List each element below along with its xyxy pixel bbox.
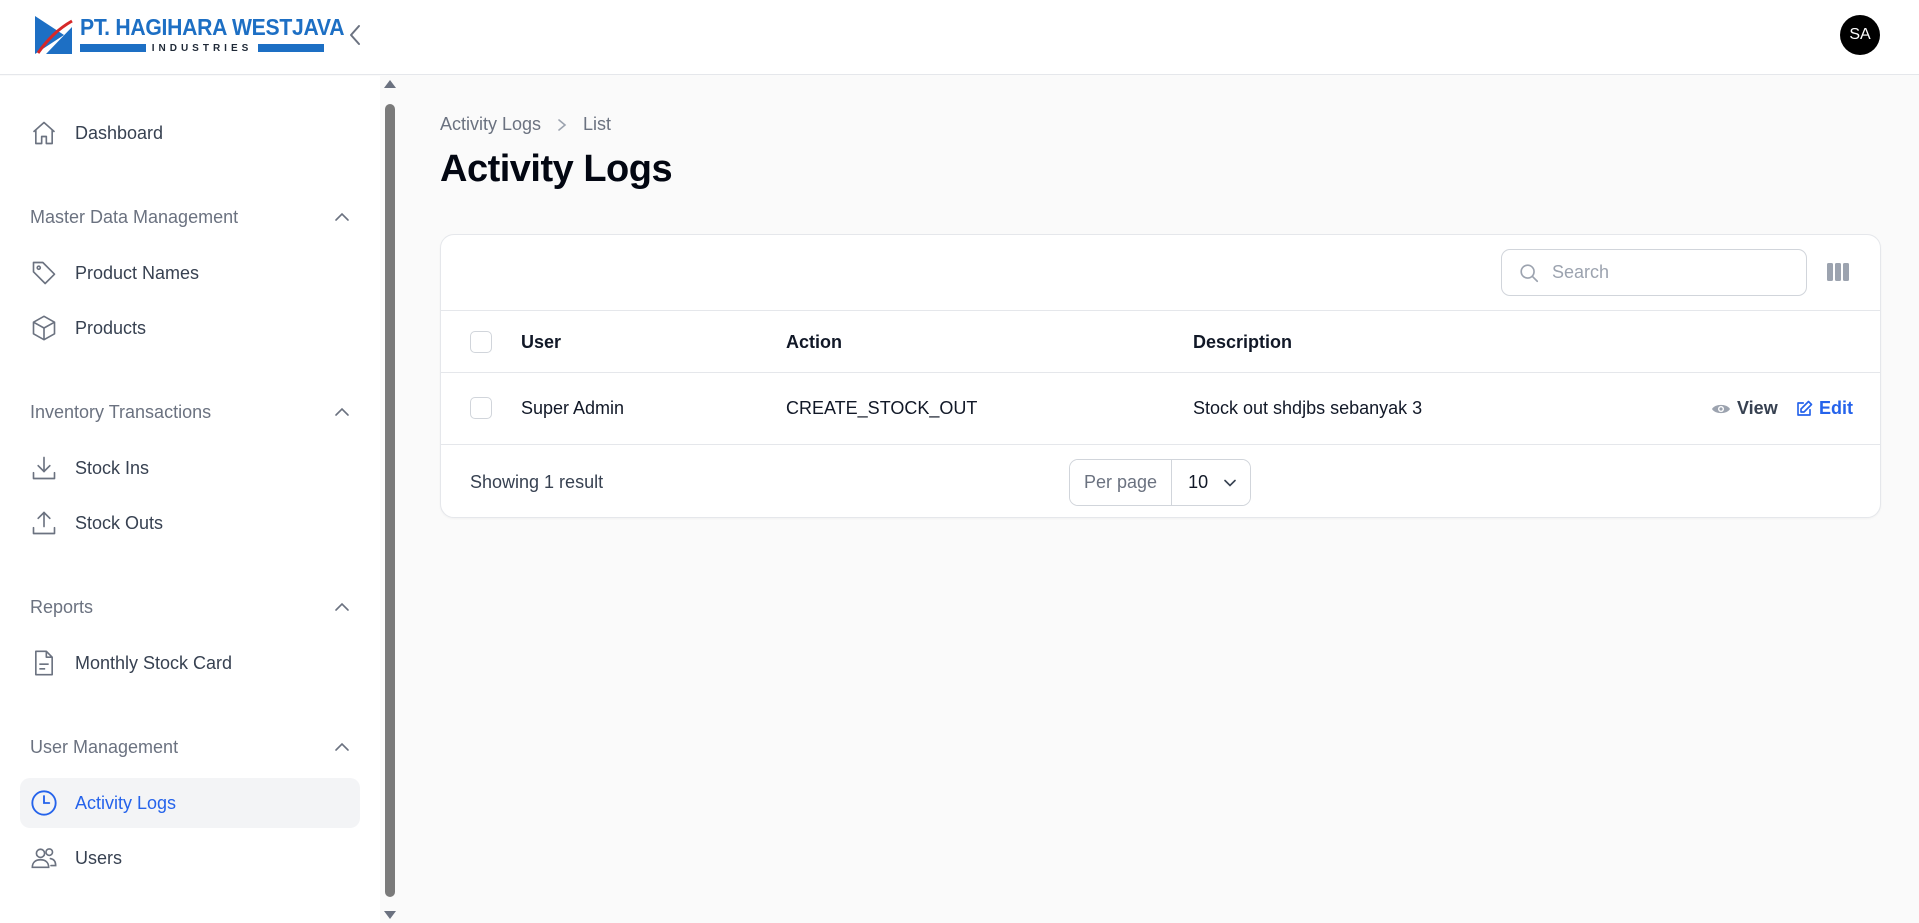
chevron-up-icon xyxy=(335,212,349,221)
page-title: Activity Logs xyxy=(440,148,673,190)
per-page-value: 10 xyxy=(1188,472,1209,492)
cube-icon xyxy=(29,313,59,343)
sidebar-item-activity-logs[interactable]: Activity Logs xyxy=(20,778,360,828)
sidebar-item-users[interactable]: Users xyxy=(20,833,360,883)
group-title: Inventory Transactions xyxy=(30,401,212,422)
logo-subtitle: INDUSTRIES xyxy=(151,42,253,54)
sidebar-item-label: Stock Ins xyxy=(75,457,150,478)
cell-user: Super Admin xyxy=(521,398,625,418)
group-title: Reports xyxy=(30,596,94,617)
column-header-description[interactable]: Description xyxy=(1193,332,1292,353)
sidebar-item-label: Product Names xyxy=(75,262,200,283)
document-icon xyxy=(29,648,59,678)
per-page-label: Per page xyxy=(1070,460,1173,505)
chevron-left-icon xyxy=(350,25,360,45)
company-logo[interactable]: PT. HAGIHARA WESTJAVA INDUSTRIES xyxy=(34,14,367,56)
breadcrumb-link-activity-logs[interactable]: Activity Logs xyxy=(440,114,541,135)
scroll-up-arrow-icon[interactable] xyxy=(384,80,396,88)
eye-icon xyxy=(1712,404,1730,413)
sidebar-item-stock-ins[interactable]: Stock Ins xyxy=(20,443,360,493)
scrollbar-thumb[interactable] xyxy=(385,104,395,897)
sidebar-item-label: Users xyxy=(75,847,123,868)
logo-name: PT. HAGIHARA WESTJAVA xyxy=(80,14,345,40)
chevron-right-icon xyxy=(557,118,567,132)
column-header-user[interactable]: User xyxy=(521,332,561,353)
home-icon xyxy=(29,118,59,148)
select-all-checkbox[interactable] xyxy=(470,331,492,353)
edit-button[interactable]: Edit xyxy=(1795,398,1853,419)
logo-bar-left xyxy=(80,44,146,52)
group-user-management[interactable]: User Management xyxy=(30,732,350,762)
table-footer: Showing 1 result Per page 10 xyxy=(441,445,1880,519)
edit-icon xyxy=(1797,400,1813,416)
clock-icon xyxy=(29,788,59,818)
sidebar-item-product-names[interactable]: Product Names xyxy=(20,248,360,298)
group-reports[interactable]: Reports xyxy=(30,592,350,622)
chevron-down-icon xyxy=(1224,479,1236,487)
columns-icon xyxy=(1827,263,1849,281)
table-row[interactable]: Super Admin CREATE_STOCK_OUT Stock out s… xyxy=(441,373,1880,445)
breadcrumb: Activity Logs List xyxy=(440,114,611,135)
per-page-select[interactable]: 10 xyxy=(1172,460,1251,505)
table-toolbar xyxy=(441,235,1880,311)
chevron-up-icon xyxy=(335,742,349,751)
per-page-control[interactable]: Per page 10 xyxy=(1069,459,1252,506)
sidebar-item-label: Stock Outs xyxy=(75,512,164,533)
breadcrumb-current: List xyxy=(583,114,612,134)
logo-mark-icon xyxy=(34,15,74,55)
view-label: View xyxy=(1737,398,1778,418)
column-header-action[interactable]: Action xyxy=(786,332,842,353)
chevron-up-icon xyxy=(335,602,349,611)
results-count: Showing 1 result xyxy=(470,472,604,492)
logo-bar-right xyxy=(258,44,324,52)
sidebar-item-stock-outs[interactable]: Stock Outs xyxy=(20,498,360,548)
download-icon xyxy=(29,453,59,483)
sidebar-item-monthly-stock-card[interactable]: Monthly Stock Card xyxy=(20,638,360,688)
search-icon xyxy=(1520,263,1539,282)
toggle-columns-button[interactable] xyxy=(1825,260,1851,284)
user-avatar[interactable]: SA xyxy=(1840,15,1880,55)
search-input[interactable] xyxy=(1552,262,1792,283)
group-title: Master Data Management xyxy=(30,206,239,227)
users-icon xyxy=(29,843,59,873)
sidebar-item-dashboard[interactable]: Dashboard xyxy=(20,108,360,158)
sidebar: Dashboard Master Data Management Product… xyxy=(0,76,380,923)
sidebar-item-label: Monthly Stock Card xyxy=(75,652,233,673)
tag-icon xyxy=(29,258,59,288)
sidebar-scrollbar[interactable] xyxy=(383,76,397,923)
sidebar-item-label: Activity Logs xyxy=(75,792,177,813)
activity-logs-table-card: User Action Description Super Admin CREA… xyxy=(440,234,1881,518)
sidebar-item-products[interactable]: Products xyxy=(20,303,360,353)
view-button[interactable]: View xyxy=(1711,398,1778,419)
search-box[interactable] xyxy=(1501,249,1807,296)
table-header: User Action Description xyxy=(441,311,1880,373)
upload-icon xyxy=(29,508,59,538)
scroll-down-arrow-icon[interactable] xyxy=(384,911,396,919)
sidebar-item-label: Products xyxy=(75,317,147,338)
row-checkbox[interactable] xyxy=(470,397,492,419)
collapse-sidebar-button[interactable] xyxy=(342,20,368,50)
group-title: User Management xyxy=(30,736,179,757)
group-inventory-transactions[interactable]: Inventory Transactions xyxy=(30,397,350,427)
cell-action: CREATE_STOCK_OUT xyxy=(786,398,978,418)
sidebar-item-label: Dashboard xyxy=(75,122,164,143)
chevron-up-icon xyxy=(335,407,349,416)
top-bar: PT. HAGIHARA WESTJAVA INDUSTRIES SA xyxy=(0,0,1919,75)
edit-label: Edit xyxy=(1819,398,1853,418)
cell-description: Stock out shdjbs sebanyak 3 xyxy=(1193,398,1423,418)
group-master-data[interactable]: Master Data Management xyxy=(30,202,350,232)
